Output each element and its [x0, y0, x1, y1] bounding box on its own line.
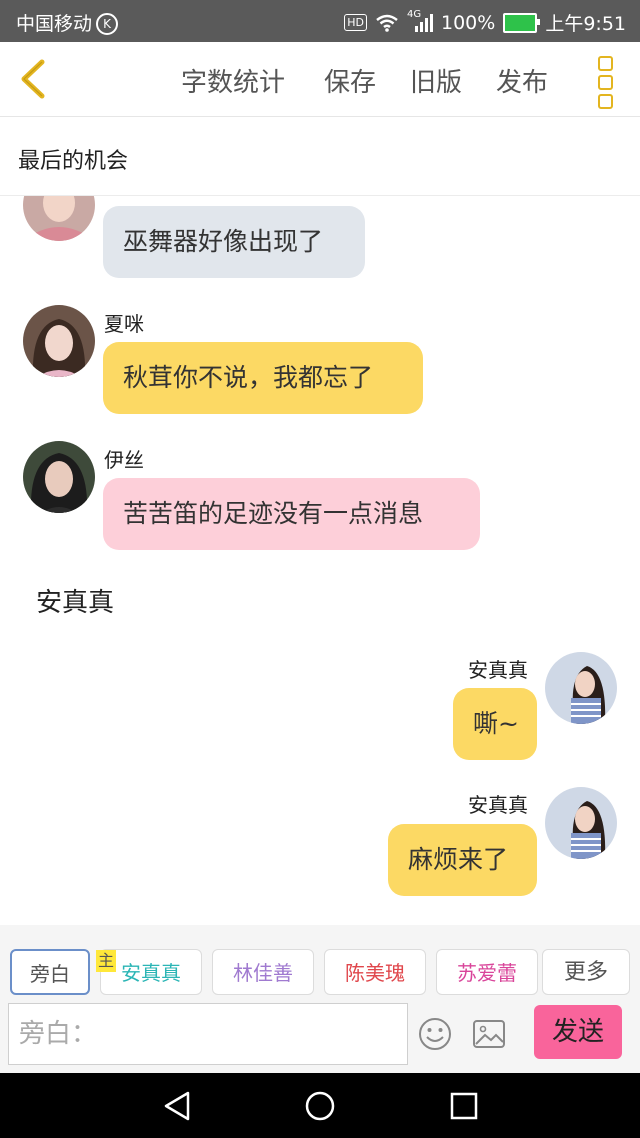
- wifi-icon: [376, 14, 398, 32]
- story-title[interactable]: 最后的机会: [18, 143, 128, 175]
- back-arrow-icon[interactable]: [16, 56, 56, 102]
- role-chip-su-ailei[interactable]: 苏爱蕾: [436, 949, 538, 995]
- status-icons: HD 4G 100% 上午9:51: [344, 9, 626, 36]
- word-count-button[interactable]: 字数统计: [181, 62, 285, 99]
- role-label: 陈美瑰: [345, 961, 405, 985]
- image-icon[interactable]: [472, 1019, 506, 1049]
- host-badge: 主: [96, 950, 117, 972]
- chat-area[interactable]: 巫舞器好像出现了 夏咪 秋茸你不说，我都忘了 伊丝 苦苦笛的足迹没有一点消息 安…: [0, 196, 640, 924]
- role-selector-bar: 旁白 安真真 主 林佳善 陈美瑰 苏爱蕾 更多 发送: [0, 925, 640, 1073]
- carrier: 中国移动 K: [16, 9, 119, 36]
- avatar[interactable]: [545, 787, 617, 859]
- carrier-name: 中国移动: [16, 13, 93, 35]
- old-version-button[interactable]: 旧版: [410, 62, 462, 99]
- nav-recents-icon[interactable]: [448, 1090, 480, 1122]
- message-bubble[interactable]: 嘶~: [453, 688, 537, 760]
- signal-icon: 4G: [407, 9, 433, 33]
- role-label: 旁白: [30, 962, 70, 986]
- message-input[interactable]: [9, 1004, 407, 1064]
- carrier-badge-icon: K: [96, 13, 119, 35]
- speaker-name: 安真真: [468, 658, 528, 682]
- battery-percent: 100%: [441, 11, 496, 34]
- battery-icon: [503, 12, 541, 33]
- message-input-box[interactable]: [8, 1003, 408, 1065]
- avatar[interactable]: [23, 196, 95, 241]
- speaker-name: 伊丝: [104, 448, 144, 472]
- message-text: 麻烦来了: [408, 845, 509, 874]
- story-title-bar: 最后的机会: [0, 117, 640, 196]
- more-roles-button[interactable]: 更多: [542, 949, 630, 995]
- speaker-name: 夏咪: [104, 312, 144, 336]
- message-text: 嘶~: [473, 709, 519, 738]
- role-chip-lin-jiashan[interactable]: 林佳善: [212, 949, 314, 995]
- message-text: 巫舞器好像出现了: [123, 227, 324, 256]
- message-bubble[interactable]: 麻烦来了: [388, 824, 537, 896]
- editor-toolbar: 字数统计 保存 旧版 发布: [0, 42, 640, 117]
- avatar[interactable]: [545, 652, 617, 724]
- emoji-icon[interactable]: [418, 1017, 452, 1051]
- message-bubble[interactable]: 秋茸你不说，我都忘了: [103, 342, 423, 414]
- role-label: 安真真: [121, 961, 181, 985]
- avatar[interactable]: [23, 305, 95, 377]
- hd-icon: HD: [344, 14, 367, 31]
- status-bar: 中国移动 K HD 4G 100% 上午9:51: [0, 0, 640, 42]
- save-button[interactable]: 保存: [324, 62, 376, 99]
- system-nav-bar: [0, 1073, 640, 1138]
- speaker-name: 安真真: [468, 793, 528, 817]
- role-label: 林佳善: [233, 961, 293, 985]
- send-label: 发送: [551, 1017, 604, 1047]
- message-text: 苦苦笛的足迹没有一点消息: [123, 499, 424, 528]
- role-chip-narrator[interactable]: 旁白: [10, 949, 90, 995]
- role-label: 苏爱蕾: [457, 961, 517, 985]
- send-button[interactable]: 发送: [534, 1005, 622, 1059]
- message-text: 秋茸你不说，我都忘了: [123, 363, 374, 392]
- nav-back-icon[interactable]: [162, 1090, 194, 1122]
- role-chip-chen-meigui[interactable]: 陈美瑰: [324, 949, 426, 995]
- message-bubble[interactable]: 巫舞器好像出现了: [103, 206, 365, 278]
- role-label: 更多: [563, 960, 608, 985]
- avatar[interactable]: [23, 441, 95, 513]
- more-menu-icon[interactable]: [598, 56, 613, 113]
- clock: 上午9:51: [545, 13, 626, 35]
- nav-home-icon[interactable]: [304, 1090, 336, 1122]
- publish-button[interactable]: 发布: [496, 62, 548, 99]
- narration-text[interactable]: 安真真: [36, 582, 114, 619]
- message-bubble[interactable]: 苦苦笛的足迹没有一点消息: [103, 478, 480, 550]
